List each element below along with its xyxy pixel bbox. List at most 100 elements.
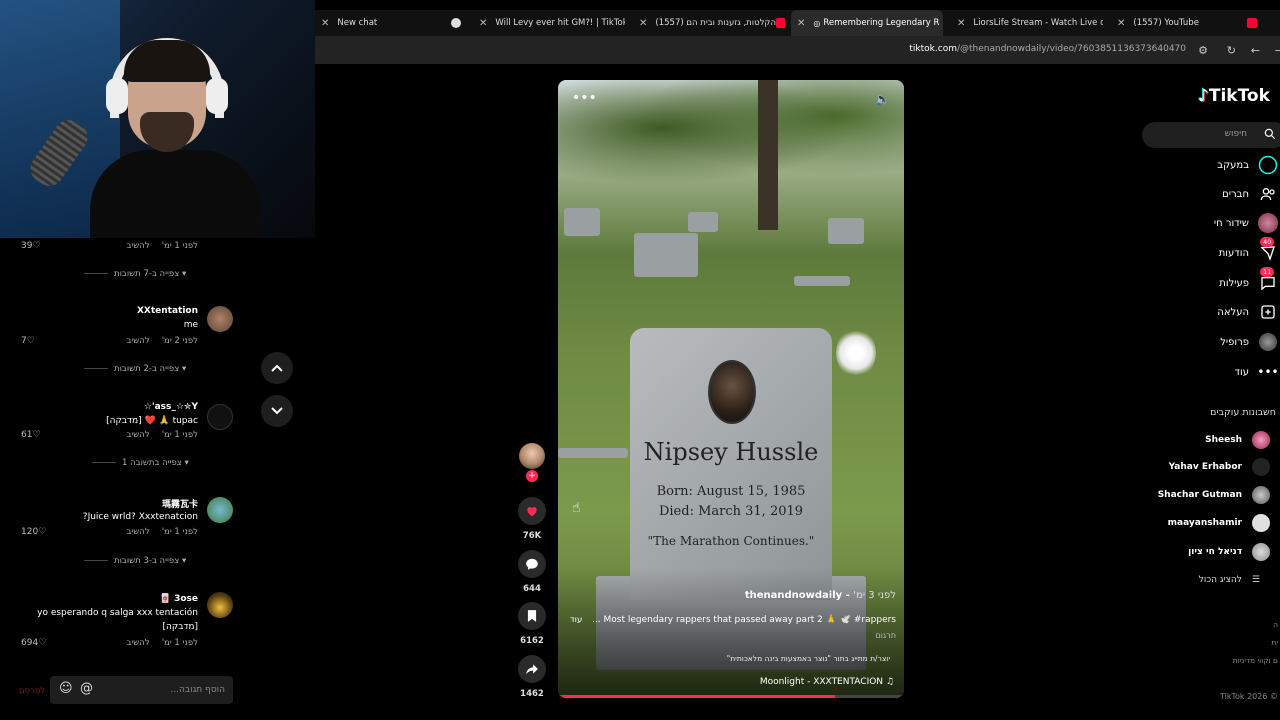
friends-icon	[1258, 184, 1278, 204]
address-bar[interactable]: tiktok.com/@thenandnowdaily/video/760385…	[315, 36, 1280, 64]
upload-icon	[1258, 302, 1278, 322]
browser-tab-bar: ✕ New chat ✕ Will Levy ever hit GM?! | T…	[315, 10, 1280, 36]
nav-more[interactable]: עוד •••	[1235, 361, 1279, 383]
like-count[interactable]: 694♡	[21, 638, 46, 648]
save-button[interactable]: 6162	[517, 602, 547, 646]
reply-button[interactable]: להשיב	[126, 430, 149, 440]
video-caption: Most legendary rappers that passed away …	[592, 615, 896, 625]
translate-link[interactable]: תרגום	[875, 631, 896, 640]
nav-activity[interactable]: פעילות 11	[1219, 267, 1278, 294]
previous-video-button[interactable]	[261, 352, 293, 384]
site-settings-icon[interactable]: ⚙	[1198, 44, 1208, 57]
search-input[interactable]: חיפוש	[1142, 122, 1280, 148]
video-progress-bar[interactable]	[558, 695, 904, 698]
comment-author[interactable]: XXtentation	[137, 306, 198, 316]
reply-button[interactable]: להשיב	[126, 638, 149, 648]
avatar[interactable]	[207, 404, 233, 430]
avatar	[1252, 431, 1270, 449]
nav-messages[interactable]: הודעות 40	[1219, 237, 1278, 264]
emoji-icon[interactable]: ☺	[59, 681, 73, 696]
view-replies-button[interactable]: ▾ צפייה ב-3 תשובות	[84, 556, 186, 566]
search-icon[interactable]	[1263, 127, 1277, 141]
nav-profile[interactable]: פרופיל	[1220, 331, 1278, 353]
activity-icon: 11	[1258, 267, 1278, 293]
comment-author[interactable]: 瑪霧瓦卡	[162, 497, 198, 510]
share-button[interactable]: 1462	[517, 655, 547, 699]
close-tab-icon[interactable]: ✕	[321, 18, 329, 29]
headstone: Nipsey Hussle Born: August 15, 1985 Died…	[630, 328, 832, 600]
bookmark-icon	[527, 610, 537, 622]
comments-panel: לפני 1 ימ'להשיב 39♡ ▾ צפייה ב-7 תשובות X…	[0, 238, 250, 720]
following-account[interactable]: Shachar Gutman	[1158, 485, 1270, 505]
policies-link[interactable]: ם וקווי מדיניות	[1233, 656, 1278, 665]
like-count[interactable]: 7♡	[21, 336, 35, 346]
view-replies-button[interactable]: ▾ צפייה ב-7 תשובות	[84, 269, 186, 279]
tab-remembering-legendary[interactable]: ✕ ◎ Remembering Legendary R	[791, 10, 943, 36]
tab-liorslife-stream[interactable]: ✕ LiorsLife Stream - Watch Live o	[951, 10, 1103, 36]
tiktok-logo[interactable]: ♪TikTok	[1198, 86, 1270, 106]
url-text[interactable]: tiktok.com/@thenandnowdaily/video/760385…	[909, 44, 1186, 54]
close-tab-icon[interactable]: ✕	[957, 18, 965, 29]
avatar	[1252, 486, 1270, 504]
close-tab-icon[interactable]: ✕	[1117, 18, 1125, 29]
caption-more-link[interactable]: עוד	[570, 615, 582, 625]
follow-plus-icon[interactable]: +	[526, 470, 538, 482]
mention-icon[interactable]: @	[80, 681, 93, 696]
youtube-icon	[1247, 18, 1257, 28]
comment-input[interactable]: הוסף תגובה... @ ☺	[50, 676, 233, 704]
copyright: TikTok 2026 ©	[1220, 692, 1278, 701]
close-tab-icon[interactable]: ✕	[479, 18, 487, 29]
comment-author[interactable]: 3ose 🀄	[160, 594, 198, 604]
volume-icon[interactable]: 🔈	[875, 92, 890, 106]
following-account[interactable]: דניאל חי ציון	[1188, 542, 1270, 562]
reply-button[interactable]: להשיב	[126, 241, 149, 251]
view-replies-button[interactable]: ▾ צפייה ב-2 תשובות	[84, 364, 186, 374]
chevron-up-icon	[271, 364, 283, 372]
tab-new-chat[interactable]: ✕ New chat	[315, 10, 465, 36]
close-tab-icon[interactable]: ✕	[797, 18, 805, 29]
share-icon	[526, 664, 538, 675]
like-count[interactable]: 39♡	[21, 241, 41, 251]
tab-will-levy[interactable]: ✕ Will Levy ever hit GM?! | TikTok	[473, 10, 625, 36]
tab-youtube-hebrew[interactable]: ✕ הקלטות, גזענות ובית הם (1557)	[633, 10, 785, 36]
reply-button[interactable]: להשיב	[126, 527, 149, 537]
avatar[interactable]	[207, 497, 233, 523]
reply-button[interactable]: להשיב	[126, 336, 149, 346]
following-account[interactable]: Sheesh	[1205, 430, 1270, 450]
creator-avatar[interactable]	[519, 443, 545, 469]
avatar[interactable]	[207, 592, 233, 618]
following-account[interactable]: maayanshamir	[1168, 513, 1270, 533]
video-more-icon[interactable]: •••	[572, 90, 597, 106]
comment-icon	[526, 558, 538, 570]
comment-sticker: [מדבקה]	[162, 622, 198, 632]
next-video-button[interactable]	[261, 395, 293, 427]
avatar[interactable]	[207, 306, 233, 332]
close-tab-icon[interactable]: ✕	[639, 18, 647, 29]
nav-upload[interactable]: העלאה	[1217, 301, 1278, 323]
chevron-down-icon	[271, 407, 283, 415]
like-count[interactable]: 61♡	[21, 430, 41, 440]
comment-text: yo esperando q salga xxx tentación	[37, 608, 198, 618]
tab-youtube[interactable]: ✕ (1557) YouTube	[1111, 10, 1261, 36]
comment-button[interactable]: 644	[517, 550, 547, 594]
music-link[interactable]: Moonlight - XXXTENTACION ♫	[760, 677, 894, 687]
post-comment-button[interactable]: לפרסם	[19, 686, 45, 696]
following-account[interactable]: Yahav Erhabor	[1169, 457, 1270, 477]
nav-live[interactable]: שידור חי	[1214, 212, 1278, 234]
reload-icon[interactable]: ↻	[1227, 44, 1236, 57]
list-icon: ☰	[1251, 575, 1260, 585]
video-player[interactable]: Nipsey Hussle Born: August 15, 1985 Died…	[558, 80, 904, 698]
messages-icon: 40	[1258, 237, 1278, 263]
ai-generated-label: יוצר/ת מתייג בתור "נוצר באמצעות בינה מלא…	[726, 654, 890, 663]
view-replies-button[interactable]: ▾ צפייה בתשובה 1	[92, 458, 189, 468]
like-count[interactable]: 120♡	[21, 527, 46, 537]
show-all-button[interactable]: להציג הכול ☰	[1199, 575, 1270, 585]
video-author[interactable]: לפני 3 ימ' - thenandnowdaily	[745, 590, 896, 601]
like-button[interactable]: 76K	[517, 497, 547, 541]
forward-icon[interactable]: →	[1275, 44, 1280, 57]
back-icon[interactable]: ←	[1251, 44, 1260, 57]
nav-friends[interactable]: חברים	[1222, 183, 1278, 205]
nav-following[interactable]: במעקב	[1217, 154, 1278, 176]
comment-author[interactable]: ass_☆✮Y'☆	[144, 402, 198, 412]
flowers	[836, 328, 876, 378]
